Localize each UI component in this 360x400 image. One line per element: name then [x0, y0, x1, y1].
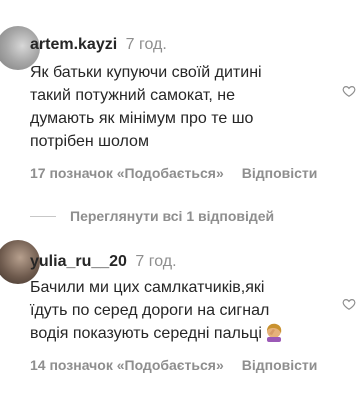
comment-text-line: водія показують середні пальці [30, 322, 340, 345]
view-replies-button[interactable]: Переглянути всі 1 відповідей [30, 208, 274, 224]
heart-outline-icon[interactable] [342, 297, 356, 311]
heart-outline-icon[interactable] [342, 84, 356, 98]
view-replies-label: Переглянути всі 1 відповідей [70, 208, 275, 224]
divider-line [30, 215, 56, 217]
comment-actions: 14 позначок «Подобається» Відповісти [30, 357, 317, 373]
comment-text-line: Як батьки купуючи своїй дитині [30, 64, 262, 81]
comment-text-line: такий потужний самокат, не [30, 87, 235, 104]
comment-text-line: думають як мінімум про те шо [30, 110, 254, 127]
comment-text-line-content: водія показують середні пальці [30, 325, 262, 342]
comment-header: artem.kayzi 7 год. [30, 36, 167, 54]
comment-text-line: Бачили ми цих самлкатчиків,які [30, 279, 265, 296]
comment-text: Бачили ми цих самлкатчиків,які їдуть по … [30, 276, 340, 345]
reply-button[interactable]: Відповісти [242, 165, 318, 181]
comment-header: yulia_ru__20 7 год. [30, 253, 177, 271]
comment-text: Як батьки купуючи своїй дитині такий пот… [30, 61, 340, 153]
reply-button[interactable]: Відповісти [242, 357, 318, 373]
likes-count[interactable]: 14 позначок «Подобається» [30, 357, 224, 373]
username[interactable]: yulia_ru__20 [30, 253, 127, 270]
timestamp: 7 год. [135, 253, 177, 270]
likes-count[interactable]: 17 позначок «Подобається» [30, 165, 224, 181]
comment-text-line: потрібен шолом [30, 133, 149, 150]
username[interactable]: artem.kayzi [30, 36, 117, 53]
timestamp: 7 год. [125, 36, 167, 53]
woman-facepalming-emoji-icon [266, 323, 282, 342]
comment-text-line: їдуть по серед дороги на сигнал [30, 302, 270, 319]
comment-actions: 17 позначок «Подобається» Відповісти [30, 165, 317, 181]
